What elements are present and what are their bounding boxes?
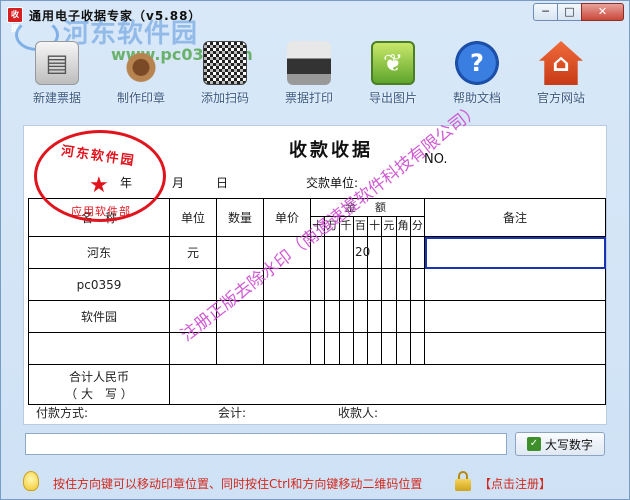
capitalize-button-label: 大写数字 — [544, 437, 593, 452]
print-receipt-button[interactable]: 票据打印 — [275, 41, 343, 107]
qty-cell[interactable] — [216, 332, 264, 365]
name-cell[interactable]: pc0359 — [28, 268, 170, 301]
month-label: 月 — [172, 176, 185, 190]
status-hint: 按住方向键可以移动印章位置、同时按住Ctrl和方向键移动二维码位置 — [53, 477, 423, 491]
header-qty: 数量 — [216, 198, 264, 237]
unit-cell[interactable]: 元 — [169, 236, 217, 269]
stamp-icon — [119, 41, 163, 85]
total-label-line1: 合计人民币 — [68, 369, 129, 384]
stamp-bottom-text: 应用软件部 — [71, 205, 131, 218]
table-row — [28, 332, 606, 365]
home-icon: ⌂ — [539, 41, 583, 85]
remark-cell[interactable] — [424, 300, 606, 333]
price-cell[interactable] — [263, 332, 311, 365]
receipt-panel: 收款收据 NO. 年 月 日 交款单位: 名 称 单位 数量 单价 金 额 十 … — [23, 100, 607, 425]
toolbar: ▤ 新建票据 制作印章 添加扫码 票据打印 ❦ 导出图片 ? 帮助文档 ⌂ 官方… — [23, 41, 613, 109]
lightbulb-icon — [23, 471, 39, 491]
toolbar-label: 官方网站 — [536, 91, 585, 105]
total-amount-cell[interactable] — [169, 364, 606, 405]
payment-method-label: 付款方式: — [36, 406, 89, 420]
new-receipt-button[interactable]: ▤ 新建票据 — [23, 41, 91, 107]
unit-cell[interactable] — [169, 268, 217, 301]
toolbar-label: 导出图片 — [368, 91, 417, 105]
stamp-top-text: 河东软件园 — [60, 143, 137, 170]
header-remark: 备注 — [424, 198, 606, 237]
amount-input[interactable] — [25, 433, 507, 455]
table-row: 软件园 — [28, 300, 606, 333]
remark-cell[interactable] — [424, 268, 606, 301]
capitalize-button[interactable]: ✓ 大写数字 — [515, 432, 605, 456]
amount-cell[interactable] — [310, 268, 425, 301]
amount-cell[interactable]: 20 — [310, 236, 425, 269]
app-window: 收据 通用电子收据专家（v5.88） ─ □ ✕ 河东软件园 www.pc035… — [0, 0, 630, 500]
maximize-button[interactable]: □ — [557, 3, 582, 21]
status-bar: 按住方向键可以移动印章位置、同时按住Ctrl和方向键移动二维码位置 【点击注册】 — [1, 465, 629, 499]
header-unit: 单位 — [169, 198, 217, 237]
help-docs-button[interactable]: ? 帮助文档 — [443, 41, 511, 107]
payee-label: 收款人: — [338, 406, 379, 420]
digit-header: 元 — [381, 217, 395, 236]
day-label: 日 — [216, 176, 229, 190]
remark-cell[interactable] — [424, 332, 606, 365]
help-icon: ? — [455, 41, 499, 85]
qr-code-icon — [203, 41, 247, 85]
toolbar-label: 票据打印 — [284, 91, 333, 105]
price-cell[interactable] — [263, 300, 311, 333]
export-image-button[interactable]: ❦ 导出图片 — [359, 41, 427, 107]
digit-header: 分 — [409, 217, 424, 236]
name-cell[interactable]: 软件园 — [28, 300, 170, 333]
name-cell[interactable] — [28, 332, 170, 365]
total-row: 合计人民币 （ 大 写 ） — [28, 364, 606, 405]
amount-value: 20 — [355, 245, 371, 259]
official-site-button[interactable]: ⌂ 官方网站 — [527, 41, 595, 107]
toolbar-label: 添加扫码 — [200, 91, 249, 105]
printer-new-icon: ▤ — [35, 41, 79, 85]
add-qr-button[interactable]: 添加扫码 — [191, 41, 259, 107]
digit-header: 角 — [395, 217, 410, 236]
check-icon: ✓ — [526, 437, 541, 451]
lock-icon — [455, 471, 471, 491]
remark-cell-selected[interactable] — [424, 236, 606, 269]
toolbar-label: 新建票据 — [32, 91, 81, 105]
total-label-line2: （ 大 写 ） — [65, 386, 133, 401]
amount-cell[interactable] — [310, 332, 425, 365]
picture-icon: ❦ — [371, 41, 415, 85]
company-stamp[interactable]: 河东软件园 ★ 应用软件部 — [34, 130, 166, 222]
digit-header: 百 — [352, 217, 367, 236]
printer-icon — [287, 41, 331, 85]
name-cell[interactable]: 河东 — [28, 236, 170, 269]
star-icon: ★ — [89, 173, 109, 198]
amount-cell[interactable] — [310, 300, 425, 333]
close-button[interactable]: ✕ — [581, 3, 624, 21]
digit-header: 十 — [367, 217, 381, 236]
table-row: pc0359 — [28, 268, 606, 301]
toolbar-label: 制作印章 — [116, 91, 165, 105]
minimize-button[interactable]: ─ — [533, 3, 558, 21]
total-label-cell: 合计人民币 （ 大 写 ） — [28, 364, 170, 405]
register-link[interactable]: 【点击注册】 — [479, 475, 551, 492]
app-icon: 收据 — [7, 7, 23, 33]
accountant-label: 会计: — [218, 406, 247, 420]
make-stamp-button[interactable]: 制作印章 — [107, 41, 175, 107]
toolbar-label: 帮助文档 — [452, 91, 501, 105]
